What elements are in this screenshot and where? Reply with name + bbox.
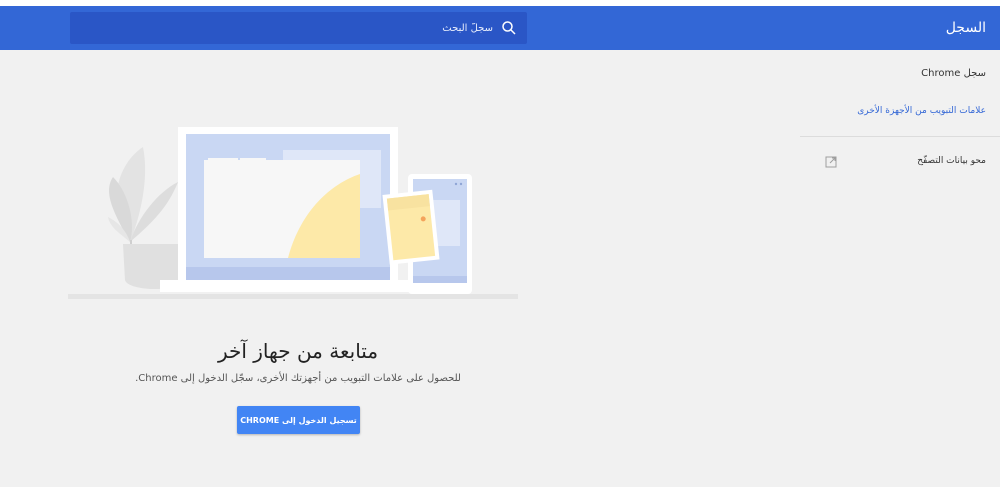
search-input[interactable] bbox=[193, 12, 493, 44]
devices-illustration bbox=[68, 127, 518, 299]
plant-illustration bbox=[108, 147, 188, 289]
open-in-new-icon bbox=[825, 156, 837, 168]
search-icon[interactable] bbox=[501, 20, 517, 36]
signin-chrome-button[interactable]: تسجيل الدخول إلى CHROME bbox=[237, 406, 360, 434]
laptop-illustration bbox=[160, 127, 410, 292]
sidebar-item-clear-browsing-data[interactable]: محو بيانات التصفّح bbox=[917, 156, 986, 166]
sidebar-divider bbox=[800, 136, 1000, 137]
sidebar: سجل Chrome علامات التبويب من الأجهزة الأ… bbox=[800, 50, 1000, 487]
search-box[interactable] bbox=[70, 12, 527, 44]
sidebar-item-chrome-history[interactable]: سجل Chrome bbox=[921, 68, 986, 79]
empty-state-description: للحصول على علامات التبويب من أجهزتك الأخ… bbox=[135, 373, 461, 384]
empty-state-heading: متابعة من جهاز آخر bbox=[217, 339, 379, 363]
tab-card-illustration bbox=[382, 189, 440, 265]
page-title: السجل bbox=[945, 20, 986, 36]
sidebar-item-tabs-other-devices[interactable]: علامات التبويب من الأجهزة الأخرى bbox=[857, 106, 986, 116]
toolbar: السجل bbox=[0, 0, 1000, 50]
